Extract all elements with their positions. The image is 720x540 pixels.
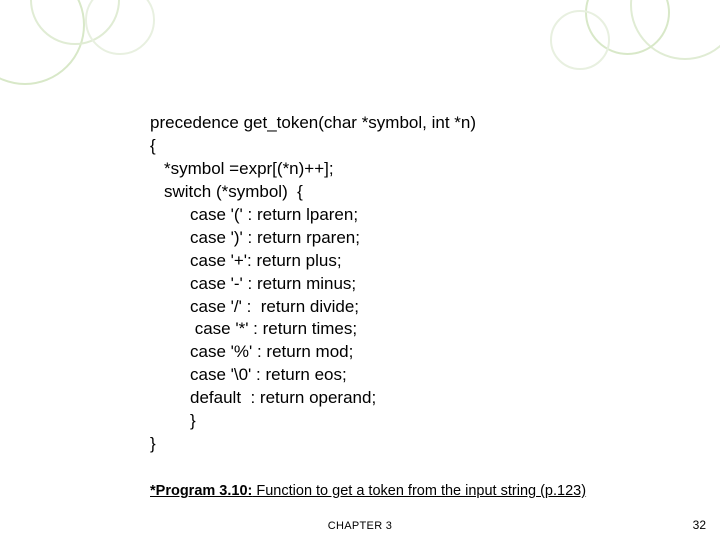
code-line: }: [150, 410, 476, 433]
figure-caption: *Program 3.10: Function to get a token f…: [150, 483, 586, 499]
code-line: case '\0' : return eos;: [150, 364, 476, 387]
code-line: case ')' : return rparen;: [150, 227, 476, 250]
code-line: *symbol =expr[(*n)++];: [150, 158, 476, 181]
code-line: switch (*symbol) {: [150, 181, 476, 204]
caption-text: Function to get a token from the input s…: [252, 483, 586, 499]
code-line: case '/' : return divide;: [150, 296, 476, 319]
decor-circle: [85, 0, 155, 55]
page-number: 32: [693, 518, 706, 532]
code-line: }: [150, 433, 476, 456]
code-line: case '*' : return times;: [150, 318, 476, 341]
code-line: case '(' : return lparen;: [150, 204, 476, 227]
decor-circle: [550, 10, 610, 70]
code-line: precedence get_token(char *symbol, int *…: [150, 112, 476, 135]
code-line: case '%' : return mod;: [150, 341, 476, 364]
caption-label: *Program 3.10:: [150, 483, 252, 499]
chapter-footer: CHAPTER 3: [328, 520, 392, 532]
code-line: default : return operand;: [150, 387, 476, 410]
code-line: {: [150, 135, 476, 158]
code-block: precedence get_token(char *symbol, int *…: [150, 112, 476, 456]
code-line: case '-' : return minus;: [150, 273, 476, 296]
code-line: case '+': return plus;: [150, 250, 476, 273]
